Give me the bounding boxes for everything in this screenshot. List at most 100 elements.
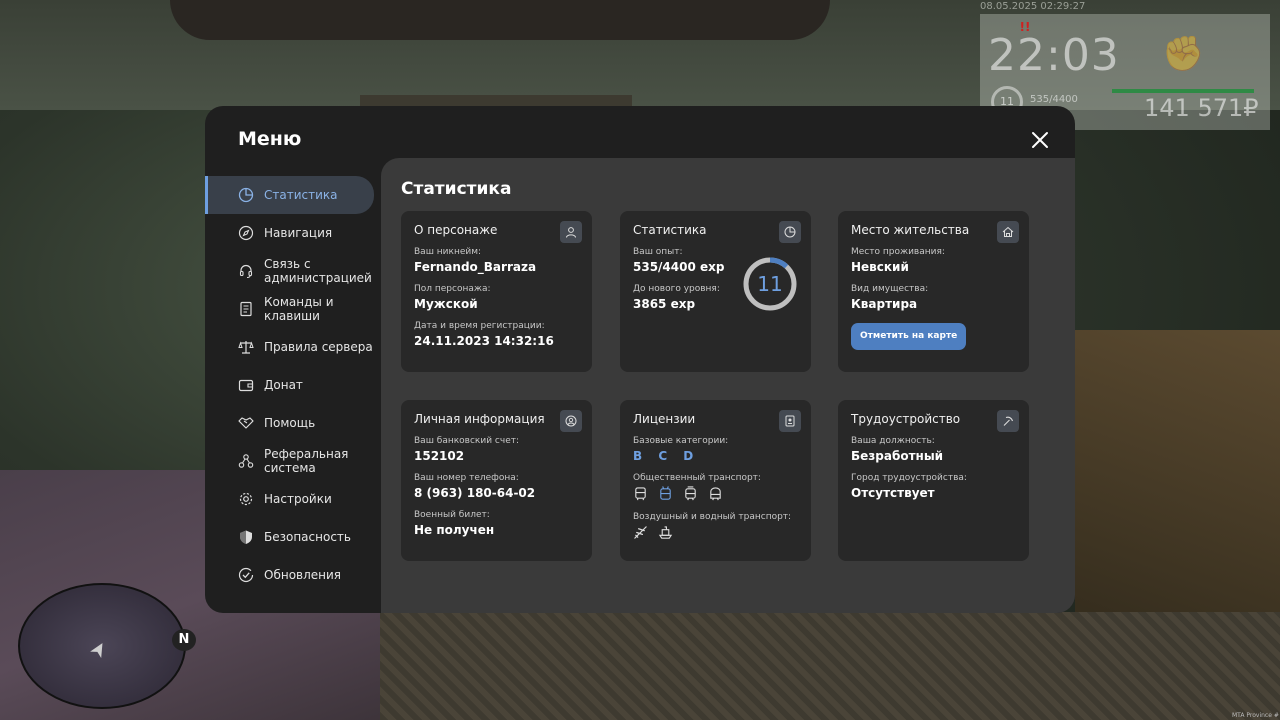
check-circle-icon bbox=[238, 567, 254, 583]
gender-value: Мужской bbox=[414, 297, 478, 311]
compass-icon bbox=[238, 225, 254, 241]
tram-icon bbox=[685, 486, 696, 501]
residence-card: Место жительства Место проживания: Невск… bbox=[838, 211, 1029, 372]
airplane-icon bbox=[634, 526, 647, 539]
close-icon bbox=[1032, 132, 1048, 148]
background-carpet bbox=[380, 612, 1280, 720]
residence-place-value: Невский bbox=[851, 260, 909, 274]
sidebar-item-referral[interactable]: Реферальная система bbox=[205, 442, 381, 480]
military-id-label: Военный билет: bbox=[414, 510, 490, 520]
sidebar-item-label: Связь с администрацией bbox=[264, 257, 372, 285]
gender-label: Пол персонажа: bbox=[414, 284, 491, 294]
document-icon bbox=[240, 301, 252, 317]
card-title: Статистика bbox=[633, 223, 707, 237]
public-transport-label: Общественный транспорт: bbox=[633, 473, 761, 483]
stats-card-icon-box bbox=[779, 221, 801, 243]
character-card: О персонаже Ваш никнейм: Fernando_Barraz… bbox=[401, 211, 592, 372]
personal-card-icon-box bbox=[560, 410, 582, 432]
sidebar-item-help[interactable]: Помощь bbox=[205, 404, 381, 442]
close-button[interactable] bbox=[1028, 128, 1052, 152]
pickaxe-icon bbox=[1003, 416, 1014, 426]
military-id-value: Не получен bbox=[414, 523, 495, 537]
license-categories: B C D bbox=[633, 449, 700, 463]
watermark: MTA Province # bbox=[1232, 712, 1279, 719]
boat-icon bbox=[658, 526, 673, 539]
radar-north-icon: N bbox=[172, 629, 196, 651]
metro-icon bbox=[710, 487, 721, 501]
sidebar: Статистика Навигация Связь с администрац… bbox=[205, 176, 381, 594]
bank-account-value: 152102 bbox=[414, 449, 465, 463]
base-categories-label: Базовые категории: bbox=[633, 436, 729, 446]
level-number: 11 bbox=[757, 272, 782, 296]
hud-exp: 535/4400 bbox=[1030, 94, 1078, 105]
card-title: Место жительства bbox=[851, 223, 970, 237]
sidebar-item-label: Настройки bbox=[264, 492, 332, 506]
sidebar-item-rules[interactable]: Правила сервера bbox=[205, 328, 381, 366]
menu-window: Меню Статистика Навигация Связь с админи… bbox=[205, 106, 1075, 613]
user-card-icon-box bbox=[560, 221, 582, 243]
page-title: Статистика bbox=[401, 179, 512, 199]
handshake-icon bbox=[238, 417, 254, 429]
sidebar-item-security[interactable]: Безопасность bbox=[205, 518, 381, 556]
sidebar-item-label: Правила сервера bbox=[264, 340, 373, 354]
sidebar-item-label: Команды и клавиши bbox=[264, 295, 334, 323]
pie-chart-icon bbox=[238, 187, 254, 203]
level-progress-ring: 11 bbox=[743, 257, 797, 311]
card-title: О персонаже bbox=[414, 223, 498, 237]
job-card-icon-box bbox=[997, 410, 1019, 432]
nickname-label: Ваш никнейм: bbox=[414, 247, 482, 257]
sidebar-item-updates[interactable]: Обновления bbox=[205, 556, 381, 594]
bank-account-label: Ваш банковский счет: bbox=[414, 436, 520, 446]
scales-icon bbox=[238, 341, 254, 354]
residence-place-label: Место проживания: bbox=[851, 247, 945, 257]
registration-label: Дата и время регистрации: bbox=[414, 321, 545, 331]
hud-datetime: 08.05.2025 02:29:27 bbox=[980, 1, 1086, 12]
sidebar-item-label: Статистика bbox=[264, 188, 338, 202]
sidebar-item-label: Реферальная система bbox=[264, 447, 349, 475]
network-icon bbox=[238, 454, 254, 468]
sidebar-item-contact-admin[interactable]: Связь с администрацией bbox=[205, 252, 381, 290]
stats-card: Статистика Ваш опыт: 535/4400 exp До нов… bbox=[620, 211, 811, 372]
hud-clock: 22:03 bbox=[988, 30, 1120, 81]
job-position-label: Ваша должность: bbox=[851, 436, 935, 446]
employment-card: Трудоустройство Ваша должность: Безработ… bbox=[838, 400, 1029, 561]
shield-icon bbox=[240, 530, 252, 544]
background-beam bbox=[170, 0, 830, 40]
wallet-icon bbox=[238, 379, 254, 392]
job-position-value: Безработный bbox=[851, 449, 944, 463]
phone-label: Ваш номер телефона: bbox=[414, 473, 519, 483]
fist-icon: ✊ bbox=[1162, 34, 1205, 74]
sidebar-item-label: Безопасность bbox=[264, 530, 351, 544]
phone-value: 8 (963) 180-64-02 bbox=[414, 486, 536, 500]
card-title: Личная информация bbox=[414, 412, 545, 426]
card-title: Лицензии bbox=[633, 412, 696, 426]
sidebar-item-commands[interactable]: Команды и клавиши bbox=[205, 290, 381, 328]
air-water-transport-icons bbox=[633, 525, 798, 540]
pie-chart-icon bbox=[784, 226, 796, 238]
public-transport-icons bbox=[633, 486, 798, 501]
registration-value: 24.11.2023 14:32:16 bbox=[414, 334, 554, 348]
hud-health-bar bbox=[1112, 89, 1254, 93]
trolleybus-icon bbox=[660, 486, 671, 500]
sidebar-item-donate[interactable]: Донат bbox=[205, 366, 381, 404]
sidebar-item-label: Донат bbox=[264, 378, 303, 392]
gear-icon bbox=[239, 492, 253, 506]
job-city-label: Город трудоустройства: bbox=[851, 473, 967, 483]
id-badge-icon bbox=[785, 415, 795, 427]
nickname-value: Fernando_Barraza bbox=[414, 260, 537, 274]
mark-on-map-button[interactable]: Отметить на карте bbox=[851, 323, 967, 350]
personal-card: Личная информация Ваш банковский счет: 1… bbox=[401, 400, 592, 561]
sidebar-item-label: Навигация bbox=[264, 226, 333, 240]
menu-title: Меню bbox=[238, 128, 302, 150]
sidebar-item-settings[interactable]: Настройки bbox=[205, 480, 381, 518]
sidebar-item-navigation[interactable]: Навигация bbox=[205, 214, 381, 252]
user-circle-icon bbox=[565, 415, 577, 427]
sidebar-item-label: Помощь bbox=[264, 416, 316, 430]
sidebar-item-label: Обновления bbox=[264, 568, 342, 582]
card-title: Трудоустройство bbox=[851, 412, 961, 426]
user-icon bbox=[566, 227, 576, 238]
air-water-transport-label: Воздушный и водный транспорт: bbox=[633, 512, 792, 522]
content-area: Статистика О персонаже Ваш никнейм: Fern… bbox=[381, 158, 1075, 613]
headset-icon bbox=[239, 264, 253, 279]
sidebar-item-statistics[interactable]: Статистика bbox=[205, 176, 374, 214]
